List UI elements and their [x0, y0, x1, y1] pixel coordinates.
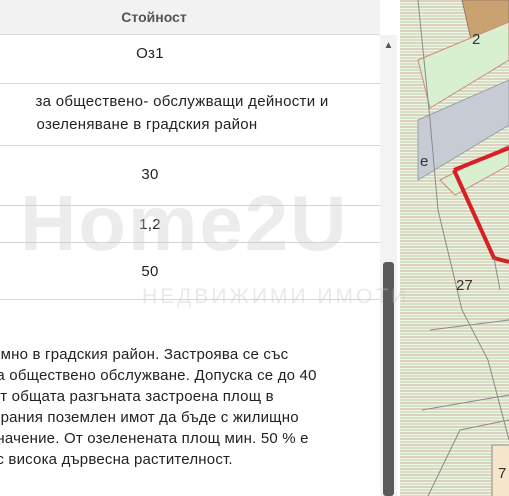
map-label-plot-27: 27 [456, 277, 473, 294]
table-cell-value: 30 [141, 166, 159, 183]
table-header: Стойност [0, 0, 380, 35]
map-canvas: 2 е 27 7 [400, 0, 509, 496]
table-cell-value: 1,2 [139, 216, 161, 233]
table-cell-value: за обществено- обслужващи дейности и [35, 93, 329, 110]
table-row: за обществено- обслужващи дейности и озе… [0, 84, 380, 146]
scroll-up-arrow-icon[interactable]: ▲ [380, 38, 397, 54]
table-row: Оз1 [0, 35, 380, 84]
parameters-panel: Стойност Оз1 за обществено- обслужващи д… [0, 0, 400, 496]
map-label-plot-7: 7 [498, 465, 506, 482]
cadastral-map[interactable]: 2 е 27 7 [400, 0, 509, 496]
scrollbar-thumb[interactable] [383, 262, 394, 496]
table-row [0, 300, 380, 340]
table-cell-value: Оз1 [136, 45, 164, 62]
map-label-street: е [420, 153, 428, 170]
table-row: 30 [0, 146, 380, 206]
description-text: имно в градския район. Застроява се със … [0, 346, 317, 468]
value-column-header: Стойност [121, 9, 187, 25]
table-row: 50 [0, 243, 380, 300]
table-cell-value: озеленяване в градския район [36, 116, 258, 133]
map-label-plot-2: 2 [472, 31, 480, 48]
table-row: 1,2 [0, 206, 380, 243]
table-cell-value: 50 [141, 263, 159, 280]
